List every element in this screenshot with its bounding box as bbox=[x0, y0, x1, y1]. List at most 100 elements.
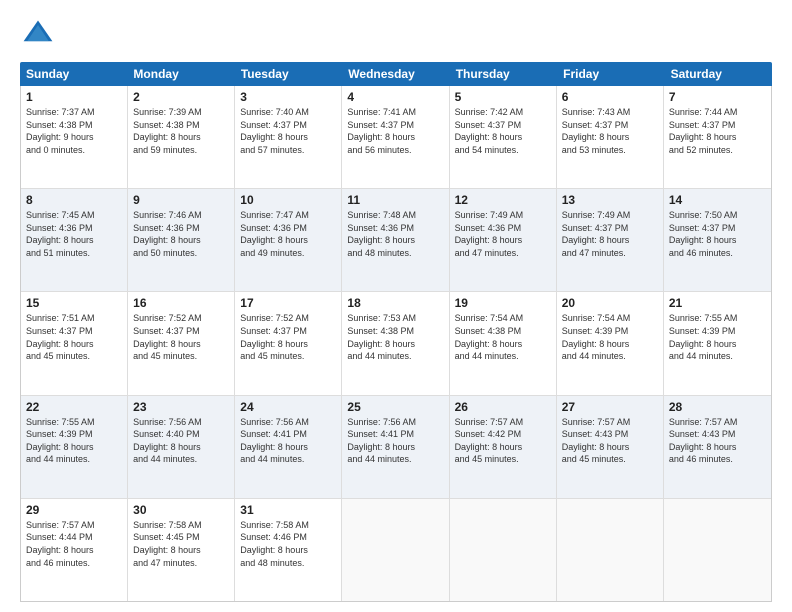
cal-cell-12: 12 Sunrise: 7:49 AM Sunset: 4:36 PM Dayli… bbox=[450, 189, 557, 291]
cal-cell-31: 31 Sunrise: 7:58 AM Sunset: 4:46 PM Dayli… bbox=[235, 499, 342, 601]
day-number: 24 bbox=[240, 400, 336, 414]
day-number: 23 bbox=[133, 400, 229, 414]
day-info: Sunrise: 7:52 AM Sunset: 4:37 PM Dayligh… bbox=[133, 312, 229, 362]
day-info: Sunrise: 7:49 AM Sunset: 4:37 PM Dayligh… bbox=[562, 209, 658, 259]
day-info: Sunrise: 7:58 AM Sunset: 4:45 PM Dayligh… bbox=[133, 519, 229, 569]
cal-cell-7: 7Sunrise: 7:44 AM Sunset: 4:37 PM Daylig… bbox=[664, 86, 771, 188]
day-number: 17 bbox=[240, 296, 336, 310]
day-number: 8 bbox=[26, 193, 122, 207]
cal-cell-3: 3 Sunrise: 7:40 AM Sunset: 4:37 PM Daylig… bbox=[235, 86, 342, 188]
day-number: 31 bbox=[240, 503, 336, 517]
day-number: 11 bbox=[347, 193, 443, 207]
day-number: 6 bbox=[562, 90, 658, 104]
header-day-friday: Friday bbox=[557, 62, 664, 86]
day-info: Sunrise: 7:54 AM Sunset: 4:39 PM Dayligh… bbox=[562, 312, 658, 362]
day-info: Sunrise: 7:57 AM Sunset: 4:44 PM Dayligh… bbox=[26, 519, 122, 569]
cal-cell-10: 10 Sunrise: 7:47 AM Sunset: 4:36 PM Dayli… bbox=[235, 189, 342, 291]
cal-cell-21: 21 Sunrise: 7:55 AM Sunset: 4:39 PM Dayli… bbox=[664, 292, 771, 394]
day-info: Sunrise: 7:49 AM Sunset: 4:36 PM Dayligh… bbox=[455, 209, 551, 259]
day-info: Sunrise: 7:55 AM Sunset: 4:39 PM Dayligh… bbox=[26, 416, 122, 466]
day-info: Sunrise: 7:56 AM Sunset: 4:41 PM Dayligh… bbox=[240, 416, 336, 466]
day-info: Sunrise: 7:47 AM Sunset: 4:36 PM Dayligh… bbox=[240, 209, 336, 259]
logo-icon bbox=[20, 16, 56, 52]
cal-cell-22: 22 Sunrise: 7:55 AM Sunset: 4:39 PM Dayli… bbox=[21, 396, 128, 498]
day-number: 22 bbox=[26, 400, 122, 414]
cal-cell-5: 5 Sunrise: 7:42 AM Sunset: 4:37 PM Daylig… bbox=[450, 86, 557, 188]
day-number: 26 bbox=[455, 400, 551, 414]
cal-cell-empty bbox=[342, 499, 449, 601]
header-day-wednesday: Wednesday bbox=[342, 62, 449, 86]
day-number: 2 bbox=[133, 90, 229, 104]
cal-cell-4: 4 Sunrise: 7:41 AM Sunset: 4:37 PM Daylig… bbox=[342, 86, 449, 188]
day-number: 21 bbox=[669, 296, 766, 310]
cal-cell-16: 16 Sunrise: 7:52 AM Sunset: 4:37 PM Dayli… bbox=[128, 292, 235, 394]
day-info: Sunrise: 7:39 AM Sunset: 4:38 PM Dayligh… bbox=[133, 106, 229, 156]
day-info: Sunrise: 7:52 AM Sunset: 4:37 PM Dayligh… bbox=[240, 312, 336, 362]
day-info: Sunrise: 7:57 AM Sunset: 4:43 PM Dayligh… bbox=[562, 416, 658, 466]
cal-cell-27: 27Sunrise: 7:57 AM Sunset: 4:43 PM Dayli… bbox=[557, 396, 664, 498]
header-day-tuesday: Tuesday bbox=[235, 62, 342, 86]
day-number: 19 bbox=[455, 296, 551, 310]
day-info: Sunrise: 7:42 AM Sunset: 4:37 PM Dayligh… bbox=[455, 106, 551, 156]
day-info: Sunrise: 7:57 AM Sunset: 4:42 PM Dayligh… bbox=[455, 416, 551, 466]
day-number: 28 bbox=[669, 400, 766, 414]
cal-cell-1: 1Sunrise: 7:37 AM Sunset: 4:38 PM Daylig… bbox=[21, 86, 128, 188]
cal-cell-6: 6 Sunrise: 7:43 AM Sunset: 4:37 PM Daylig… bbox=[557, 86, 664, 188]
cal-cell-25: 25 Sunrise: 7:56 AM Sunset: 4:41 PM Dayli… bbox=[342, 396, 449, 498]
day-number: 10 bbox=[240, 193, 336, 207]
day-number: 29 bbox=[26, 503, 122, 517]
logo bbox=[20, 16, 60, 52]
day-number: 7 bbox=[669, 90, 766, 104]
day-info: Sunrise: 7:55 AM Sunset: 4:39 PM Dayligh… bbox=[669, 312, 766, 362]
day-info: Sunrise: 7:58 AM Sunset: 4:46 PM Dayligh… bbox=[240, 519, 336, 569]
cal-cell-8: 8 Sunrise: 7:45 AM Sunset: 4:36 PM Daylig… bbox=[21, 189, 128, 291]
day-info: Sunrise: 7:48 AM Sunset: 4:36 PM Dayligh… bbox=[347, 209, 443, 259]
cal-cell-19: 19 Sunrise: 7:54 AM Sunset: 4:38 PM Dayli… bbox=[450, 292, 557, 394]
cal-cell-empty bbox=[450, 499, 557, 601]
day-number: 16 bbox=[133, 296, 229, 310]
day-info: Sunrise: 7:57 AM Sunset: 4:43 PM Dayligh… bbox=[669, 416, 766, 466]
cal-cell-15: 15 Sunrise: 7:51 AM Sunset: 4:37 PM Dayli… bbox=[21, 292, 128, 394]
calendar-row-3: 22 Sunrise: 7:55 AM Sunset: 4:39 PM Dayli… bbox=[21, 396, 771, 499]
day-info: Sunrise: 7:51 AM Sunset: 4:37 PM Dayligh… bbox=[26, 312, 122, 362]
cal-cell-28: 28 Sunrise: 7:57 AM Sunset: 4:43 PM Dayli… bbox=[664, 396, 771, 498]
day-info: Sunrise: 7:37 AM Sunset: 4:38 PM Dayligh… bbox=[26, 106, 122, 156]
day-info: Sunrise: 7:40 AM Sunset: 4:37 PM Dayligh… bbox=[240, 106, 336, 156]
calendar-body: 1Sunrise: 7:37 AM Sunset: 4:38 PM Daylig… bbox=[20, 86, 772, 602]
day-number: 5 bbox=[455, 90, 551, 104]
day-number: 4 bbox=[347, 90, 443, 104]
cal-cell-13: 13 Sunrise: 7:49 AM Sunset: 4:37 PM Dayli… bbox=[557, 189, 664, 291]
day-number: 14 bbox=[669, 193, 766, 207]
day-info: Sunrise: 7:54 AM Sunset: 4:38 PM Dayligh… bbox=[455, 312, 551, 362]
day-number: 3 bbox=[240, 90, 336, 104]
day-number: 30 bbox=[133, 503, 229, 517]
calendar-header: SundayMondayTuesdayWednesdayThursdayFrid… bbox=[20, 62, 772, 86]
calendar-row-0: 1Sunrise: 7:37 AM Sunset: 4:38 PM Daylig… bbox=[21, 86, 771, 189]
day-number: 15 bbox=[26, 296, 122, 310]
day-info: Sunrise: 7:56 AM Sunset: 4:41 PM Dayligh… bbox=[347, 416, 443, 466]
day-number: 12 bbox=[455, 193, 551, 207]
cal-cell-empty bbox=[557, 499, 664, 601]
cal-cell-30: 30 Sunrise: 7:58 AM Sunset: 4:45 PM Dayli… bbox=[128, 499, 235, 601]
cal-cell-17: 17 Sunrise: 7:52 AM Sunset: 4:37 PM Dayli… bbox=[235, 292, 342, 394]
day-info: Sunrise: 7:41 AM Sunset: 4:37 PM Dayligh… bbox=[347, 106, 443, 156]
header-day-monday: Monday bbox=[127, 62, 234, 86]
day-number: 25 bbox=[347, 400, 443, 414]
cal-cell-23: 23Sunrise: 7:56 AM Sunset: 4:40 PM Dayli… bbox=[128, 396, 235, 498]
calendar-row-4: 29 Sunrise: 7:57 AM Sunset: 4:44 PM Dayli… bbox=[21, 499, 771, 601]
day-number: 9 bbox=[133, 193, 229, 207]
cal-cell-2: 2 Sunrise: 7:39 AM Sunset: 4:38 PM Daylig… bbox=[128, 86, 235, 188]
day-info: Sunrise: 7:53 AM Sunset: 4:38 PM Dayligh… bbox=[347, 312, 443, 362]
cal-cell-24: 24 Sunrise: 7:56 AM Sunset: 4:41 PM Dayli… bbox=[235, 396, 342, 498]
calendar-row-1: 8 Sunrise: 7:45 AM Sunset: 4:36 PM Daylig… bbox=[21, 189, 771, 292]
header-day-thursday: Thursday bbox=[450, 62, 557, 86]
calendar-row-2: 15 Sunrise: 7:51 AM Sunset: 4:37 PM Dayli… bbox=[21, 292, 771, 395]
day-info: Sunrise: 7:46 AM Sunset: 4:36 PM Dayligh… bbox=[133, 209, 229, 259]
calendar: SundayMondayTuesdayWednesdayThursdayFrid… bbox=[20, 62, 772, 602]
day-info: Sunrise: 7:50 AM Sunset: 4:37 PM Dayligh… bbox=[669, 209, 766, 259]
day-info: Sunrise: 7:43 AM Sunset: 4:37 PM Dayligh… bbox=[562, 106, 658, 156]
day-number: 13 bbox=[562, 193, 658, 207]
day-info: Sunrise: 7:45 AM Sunset: 4:36 PM Dayligh… bbox=[26, 209, 122, 259]
cal-cell-18: 18Sunrise: 7:53 AM Sunset: 4:38 PM Dayli… bbox=[342, 292, 449, 394]
page: SundayMondayTuesdayWednesdayThursdayFrid… bbox=[0, 0, 792, 612]
